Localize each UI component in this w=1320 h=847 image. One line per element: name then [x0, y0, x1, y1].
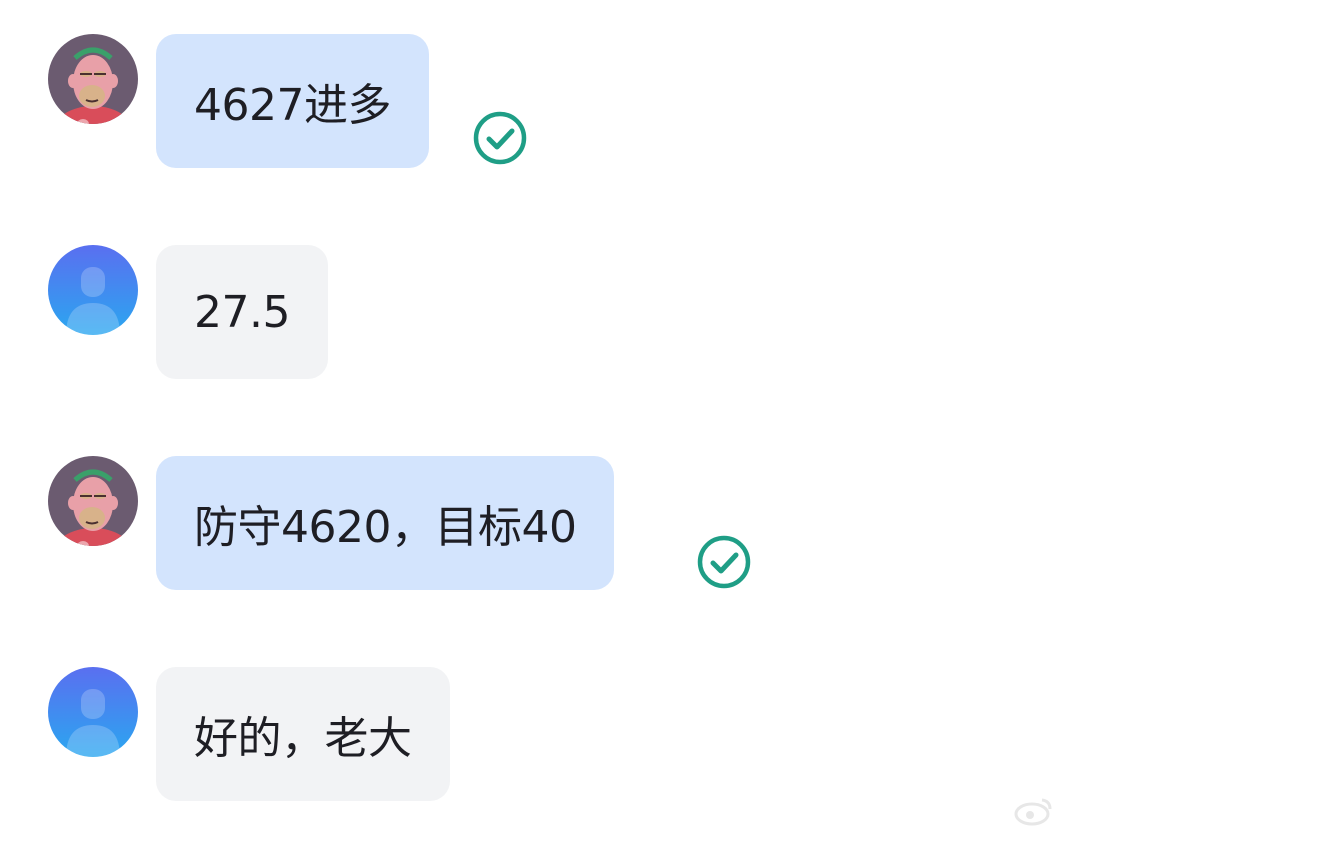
default-user-avatar[interactable] [48, 245, 138, 335]
message-bubble[interactable]: 防守4620，目标40 [156, 456, 615, 590]
watermark [1014, 789, 1304, 833]
message-bubble[interactable]: 4627进多 [156, 34, 429, 168]
weibo-logo-icon [1014, 798, 1052, 826]
chat-thread: 4627进多 27.5 防守4620，目标40 好的，老大 [0, 0, 1320, 847]
check-circle-icon [697, 535, 751, 589]
message-text: 4627进多 [194, 80, 391, 131]
ape-avatar[interactable] [48, 34, 138, 124]
message-text: 27.5 [194, 286, 290, 338]
default-user-avatar[interactable] [48, 667, 138, 757]
message-bubble[interactable]: 27.5 [156, 245, 328, 379]
message-text: 防守4620，目标40 [194, 502, 577, 553]
message-bubble[interactable]: 好的，老大 [156, 667, 450, 801]
ape-avatar[interactable] [48, 456, 138, 546]
message-text: 好的，老大 [194, 713, 412, 764]
check-circle-icon [473, 111, 527, 165]
